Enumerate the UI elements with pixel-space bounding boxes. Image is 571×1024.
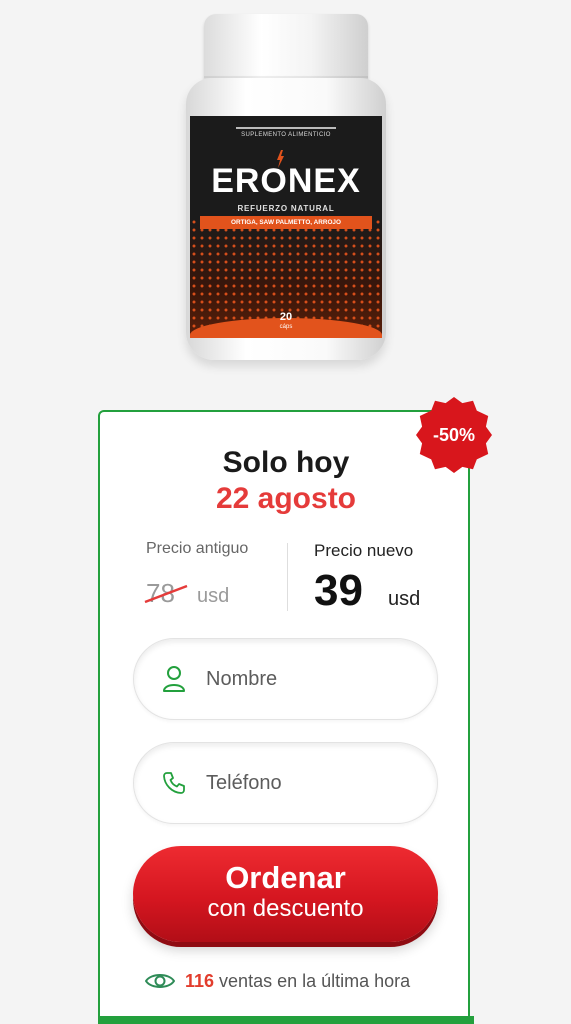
- sales-counter: 116 ventas en la última hora: [145, 968, 410, 994]
- new-price-value: 39: [314, 566, 363, 615]
- capsule-count: 20 cáps: [190, 312, 382, 332]
- sales-count: 116: [185, 970, 215, 991]
- order-button-label: Ordenar: [225, 860, 346, 895]
- ingredients-strip: ORTIGA, SAW PALMETTO, ARROJO: [200, 216, 372, 229]
- label-supplement-text: SUPLEMENTO ALIMENTICIO: [241, 132, 331, 138]
- eye-icon: [145, 974, 175, 988]
- order-button-sublabel: con descuento: [207, 895, 364, 922]
- brand-tagline: REFUERZO NATURAL: [237, 204, 335, 213]
- old-price-unit: usd: [197, 585, 230, 607]
- label-rule: [236, 127, 336, 129]
- old-price-label: Precio antiguo: [146, 540, 249, 557]
- phone-icon: [162, 769, 186, 797]
- order-button[interactable]: Ordenar con descuento: [133, 846, 438, 942]
- name-field[interactable]: [133, 638, 438, 720]
- phone-input[interactable]: [204, 770, 408, 796]
- price-divider: [287, 543, 288, 611]
- product-image: SUPLEMENTO ALIMENTICIO ERONEX REFUERZO N…: [186, 14, 386, 360]
- bottle-cap: [204, 14, 368, 84]
- capsule-count-unit: cáps: [279, 324, 293, 330]
- sales-text: ventas en la última hora: [219, 970, 411, 991]
- offer-card-bottom-border: [98, 1016, 474, 1024]
- offer-date: 22 agosto: [215, 482, 357, 515]
- user-icon: [162, 665, 186, 693]
- brand-name: ERONEX: [211, 162, 361, 200]
- strikethrough-mark: [144, 584, 188, 604]
- bottle-label: SUPLEMENTO ALIMENTICIO ERONEX REFUERZO N…: [190, 116, 382, 338]
- offer-title: Solo hoy: [222, 446, 350, 479]
- name-input[interactable]: [204, 666, 408, 692]
- new-price-unit: usd: [388, 588, 421, 610]
- new-price-label: Precio nuevo: [314, 541, 414, 560]
- phone-field[interactable]: [133, 742, 438, 824]
